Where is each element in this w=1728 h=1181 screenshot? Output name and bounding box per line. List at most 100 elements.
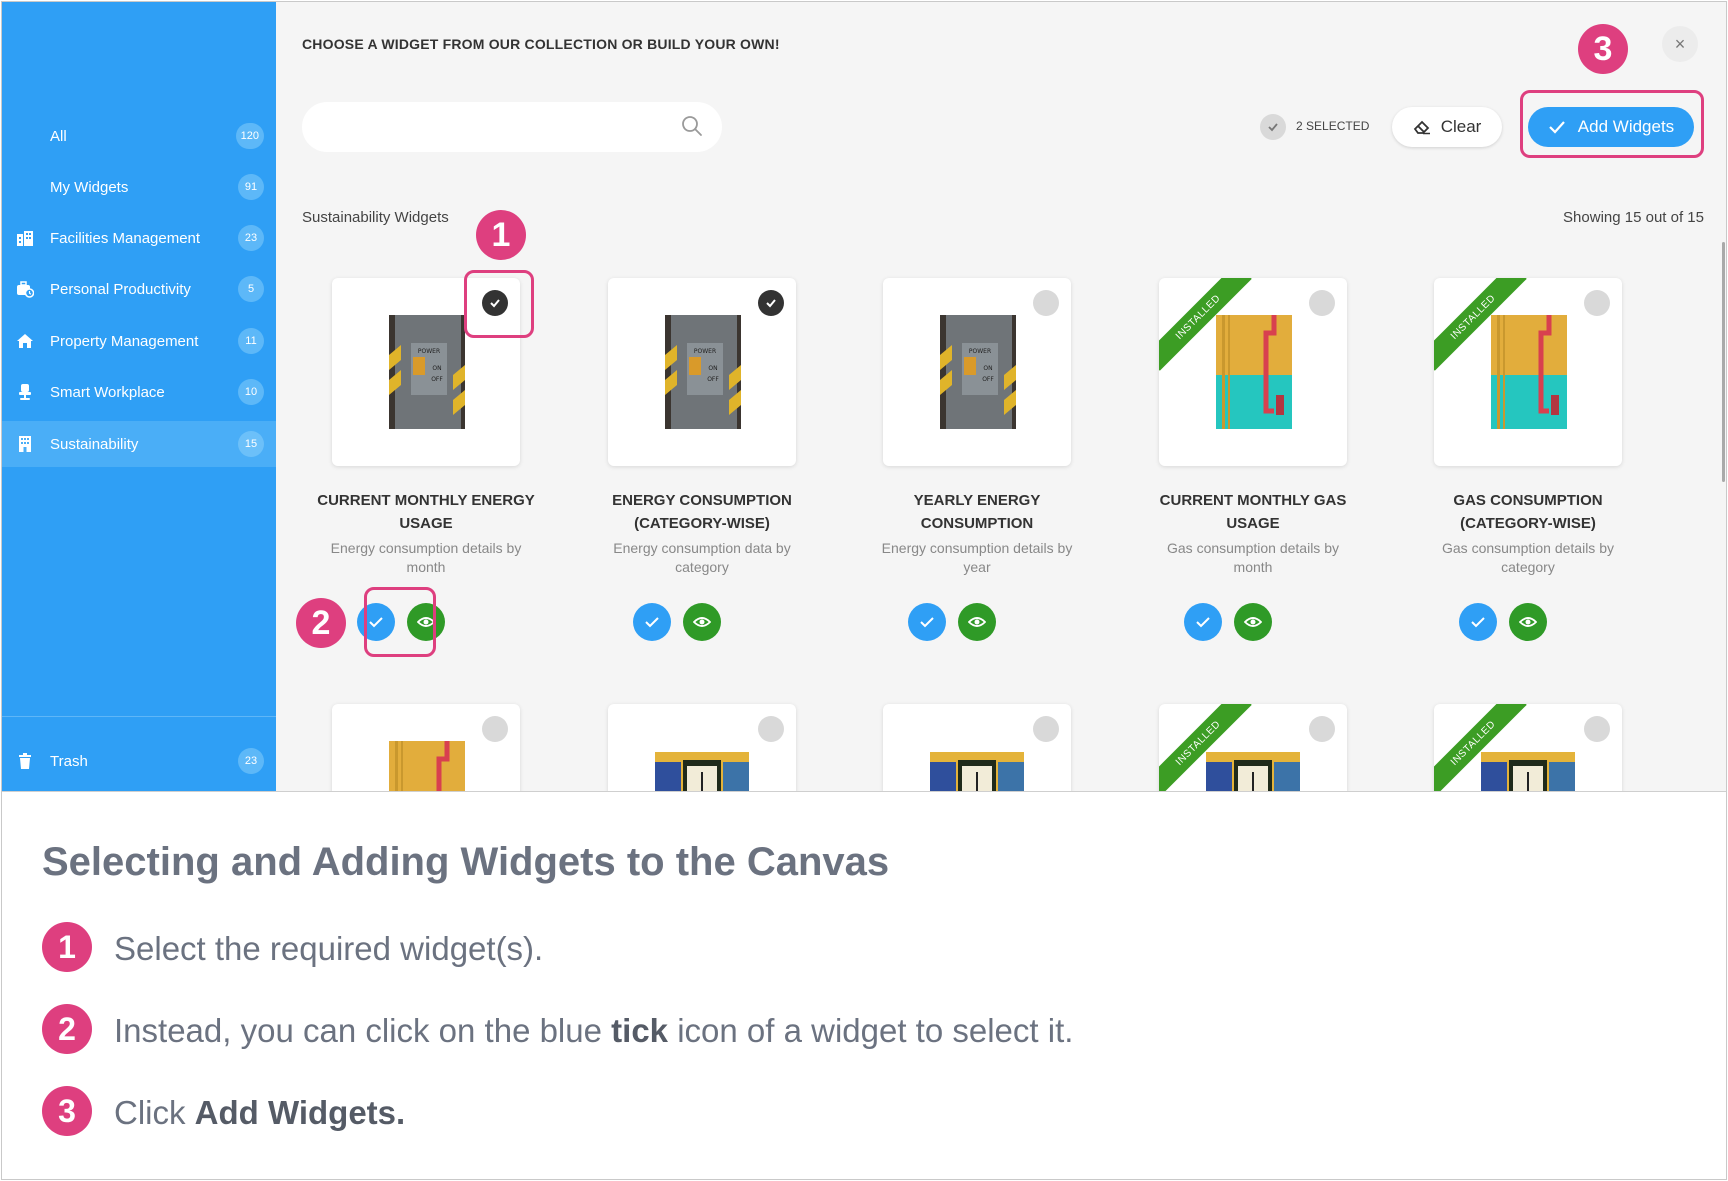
widget-desc-line: Energy consumption details by xyxy=(881,540,1073,556)
widget-thumbnail xyxy=(1491,315,1567,429)
highlight-tick-button xyxy=(364,587,436,657)
select-checkbox[interactable] xyxy=(1584,716,1610,742)
sidebar-item-trash[interactable]: Trash 23 xyxy=(2,738,276,784)
widget-thumbnail xyxy=(930,752,1024,791)
sidebar-item-smart-workplace[interactable]: Smart Workplace 10 xyxy=(2,369,276,415)
select-checkbox[interactable] xyxy=(1033,290,1059,316)
home-icon xyxy=(16,332,34,350)
select-checkbox[interactable] xyxy=(1584,290,1610,316)
sidebar-item-facilities-management[interactable]: Facilities Management 23 xyxy=(2,215,276,261)
widget-card[interactable]: POWER ON OFF xyxy=(608,278,796,466)
select-checkbox[interactable] xyxy=(482,716,508,742)
close-icon: × xyxy=(1674,33,1686,54)
widget-title: GAS CONSUMPTION (CATEGORY-WISE) xyxy=(1408,489,1648,535)
preview-button[interactable] xyxy=(958,603,996,641)
step-text-part: Select the required widget(s). xyxy=(114,930,544,967)
off-label: OFF xyxy=(707,376,719,383)
widget-card[interactable]: INSTALLED xyxy=(1159,278,1347,466)
count-badge: 15 xyxy=(238,431,264,457)
select-tick-button[interactable] xyxy=(1184,603,1222,641)
selected-indicator xyxy=(1260,114,1286,140)
widget-title: ENERGY CONSUMPTION (CATEGORY-WISE) xyxy=(582,489,822,535)
count-badge: 91 xyxy=(238,174,264,200)
clock-image xyxy=(1206,752,1300,791)
step-number: 1 xyxy=(42,922,92,972)
count-badge: 10 xyxy=(238,379,264,405)
count-badge: 11 xyxy=(238,328,264,354)
select-tick-button[interactable] xyxy=(908,603,946,641)
widget-title-line: CURRENT MONTHLY ENERGY xyxy=(317,492,535,509)
sidebar-item-label: Smart Workplace xyxy=(50,383,165,401)
widget-card[interactable]: INSTALLED xyxy=(1434,704,1622,791)
widget-thumbnail: POWER ON OFF xyxy=(665,315,741,429)
search-icon[interactable] xyxy=(680,114,704,138)
select-checkbox[interactable] xyxy=(1033,716,1059,742)
check-icon xyxy=(1268,123,1278,132)
clear-button[interactable]: Clear xyxy=(1392,107,1502,147)
off-label: OFF xyxy=(431,376,443,383)
widget-desc-line: month xyxy=(1233,559,1273,575)
highlight-select-checkbox xyxy=(464,270,534,338)
instructions-title: Selecting and Adding Widgets to the Canv… xyxy=(42,840,890,884)
widget-desc-line: year xyxy=(963,559,991,575)
sidebar-item-personal-productivity[interactable]: Personal Productivity 5 xyxy=(2,266,276,312)
annotation-badge-2: 2 xyxy=(296,598,346,648)
category-sidebar: All 120 My Widgets 91 Facilities Managem… xyxy=(2,2,276,791)
step-number: 2 xyxy=(42,1004,92,1054)
widget-desc-line: category xyxy=(1501,559,1555,575)
tick-icon xyxy=(1471,617,1485,628)
power-switch-image: POWER ON OFF xyxy=(665,315,741,429)
preview-button[interactable] xyxy=(1509,603,1547,641)
sidebar-item-my-widgets[interactable]: My Widgets 91 xyxy=(2,164,276,210)
eye-icon xyxy=(1244,617,1262,627)
power-switch-image: POWER ON OFF xyxy=(389,315,465,429)
widget-title-line: (CATEGORY-WISE) xyxy=(1460,515,1596,532)
preview-button[interactable] xyxy=(683,603,721,641)
widget-card[interactable] xyxy=(608,704,796,791)
select-checkbox[interactable] xyxy=(758,290,784,316)
widget-card[interactable]: INSTALLED xyxy=(1434,278,1622,466)
search-box xyxy=(302,102,722,152)
select-checkbox[interactable] xyxy=(1309,290,1335,316)
widget-card[interactable]: POWER ON OFF xyxy=(883,278,1071,466)
widget-thumbnail xyxy=(655,752,749,791)
sidebar-item-label: Trash xyxy=(50,752,88,770)
power-label: POWER xyxy=(694,348,716,355)
sidebar-item-sustainability[interactable]: Sustainability 15 xyxy=(2,421,276,467)
results-count: Showing 15 out of 15 xyxy=(1563,209,1704,226)
step-text-part: Instead, you can click on the blue xyxy=(114,1012,612,1049)
select-tick-button[interactable] xyxy=(1459,603,1497,641)
widget-card[interactable] xyxy=(883,704,1071,791)
sidebar-item-label: All xyxy=(50,127,67,145)
eraser-icon xyxy=(1413,120,1430,135)
step-number: 3 xyxy=(42,1086,92,1136)
tick-icon xyxy=(920,617,934,628)
search-input[interactable] xyxy=(322,112,662,142)
tick-icon xyxy=(1196,617,1210,628)
count-badge: 23 xyxy=(238,225,264,251)
clock-image xyxy=(930,752,1024,791)
widget-desc-line: month xyxy=(406,559,446,575)
widget-description: Energy consumption details by month xyxy=(306,539,546,577)
gas-pipe-image xyxy=(389,741,465,791)
sidebar-item-label: Personal Productivity xyxy=(50,280,191,298)
clock-image xyxy=(655,752,749,791)
step-text: Select the required widget(s). xyxy=(114,930,543,968)
select-checkbox[interactable] xyxy=(758,716,784,742)
widget-title: CURRENT MONTHLY ENERGY USAGE xyxy=(306,489,546,535)
widget-thumbnail: POWER ON OFF xyxy=(389,315,465,429)
preview-button[interactable] xyxy=(1234,603,1272,641)
sidebar-item-all[interactable]: All 120 xyxy=(2,113,276,159)
step-text-bold: tick xyxy=(611,1012,669,1049)
select-checkbox[interactable] xyxy=(1309,716,1335,742)
select-tick-button[interactable] xyxy=(633,603,671,641)
sidebar-item-property-management[interactable]: Property Management 11 xyxy=(2,318,276,364)
close-button[interactable]: × xyxy=(1662,26,1698,62)
scrollbar[interactable] xyxy=(1722,242,1725,482)
widget-card[interactable] xyxy=(332,704,520,791)
widget-title: YEARLY ENERGY CONSUMPTION xyxy=(857,489,1097,535)
widget-title-line: CONSUMPTION xyxy=(920,515,1034,532)
widget-gallery: CHOOSE A WIDGET FROM OUR COLLECTION OR B… xyxy=(276,2,1726,791)
widget-card[interactable]: INSTALLED xyxy=(1159,704,1347,791)
power-label: POWER xyxy=(969,348,991,355)
